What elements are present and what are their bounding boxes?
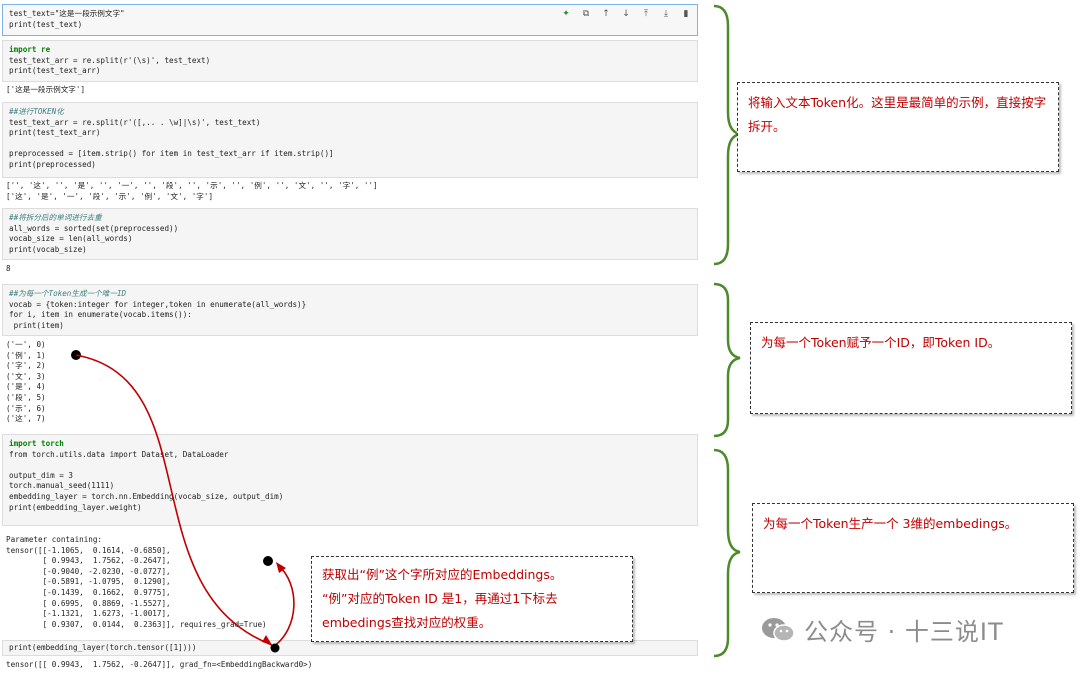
brace-3 (713, 448, 741, 658)
back-arrow-path (272, 564, 295, 648)
watermark-text: 公众号 · 十三说IT (804, 618, 1004, 646)
curved-arrow-path (75, 354, 273, 646)
note-tokenize: 将输入文本Token化。这里是最简单的示例，直接按字拆开。 (737, 82, 1059, 172)
note-token-id: 为每一个Token赋予一个ID，即Token ID。 (750, 322, 1072, 414)
brace-2 (713, 282, 741, 438)
arrow-mid-dot (270, 643, 280, 653)
note-lookup: 获取出“例”这个字所对应的Embeddings。 “例”对应的Token ID … (311, 556, 633, 642)
curved-arrow-head (262, 635, 272, 645)
note-embedding: 为每一个Token生产一个 3维的embedings。 (752, 503, 1074, 593)
watermark: 公众号 · 十三说IT (760, 612, 1004, 647)
wechat-icon (762, 617, 795, 642)
arrow-end-dot (263, 556, 273, 566)
